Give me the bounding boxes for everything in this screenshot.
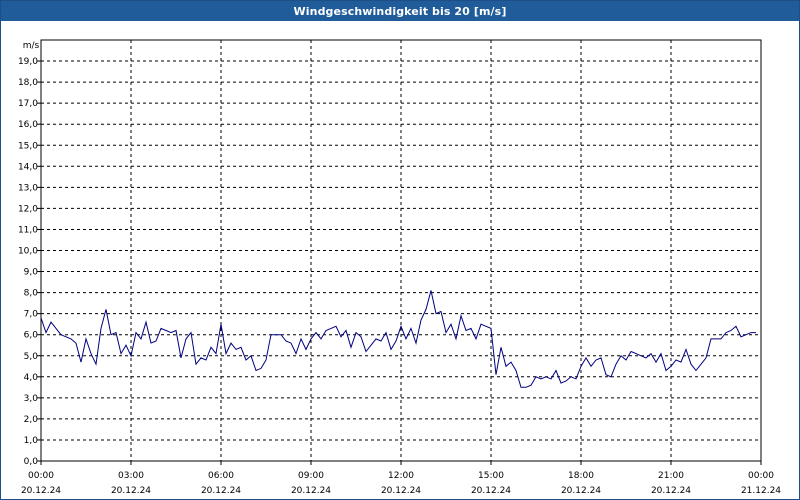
title-bar: Windgeschwindigkeit bis 20 [m/s] — [1, 1, 799, 21]
y-tick-label: 14,0 — [18, 162, 38, 172]
x-tick-date-label: 20.12.24 — [651, 486, 691, 496]
y-tick-label: 2,0 — [24, 415, 39, 425]
x-axis: 00:00 20.12.24 03:00 20.12.24 06:00 20.12.24 0… — [21, 461, 781, 496]
x-tick-time-label: 00:00 — [748, 471, 774, 481]
x-tick-date-label: 20.12.24 — [561, 486, 601, 496]
x-tick-date-label: 20.12.24 — [111, 486, 151, 496]
wind-speed-line — [40, 290, 756, 388]
x-tick-date-label: 20.12.24 — [471, 486, 511, 496]
chart-title: Windgeschwindigkeit bis 20 [m/s] — [293, 4, 507, 18]
line-chart: m/s 0,0 1,0 2,0 3,0 4,0 5,0 6,0 7,0 8,0 9,0 10,0 11… — [18, 39, 781, 496]
x-tick-date-label: 20.12.24 — [21, 486, 61, 496]
y-axis: m/s 0,0 1,0 2,0 3,0 4,0 5,0 6,0 7,0 8,0 9,0 10,0 11… — [18, 41, 41, 467]
y-tick-label: 0,0 — [24, 457, 39, 467]
y-tick-label: 15,0 — [18, 141, 38, 151]
y-tick-label: 7,0 — [24, 310, 39, 320]
y-tick-label: 4,0 — [24, 373, 39, 383]
y-tick-label: 10,0 — [18, 247, 38, 257]
y-tick-label: 16,0 — [18, 120, 38, 130]
x-tick-date-label: 20.12.24 — [201, 486, 241, 496]
x-tick-date-label: 20.12.24 — [291, 486, 331, 496]
grid-lines — [41, 40, 761, 461]
chart-window: Windgeschwindigkeit bis 20 [m/s] m/s 0,0… — [0, 0, 800, 500]
x-tick-time-label: 00:00 — [28, 471, 54, 481]
y-tick-label: 9,0 — [24, 268, 39, 278]
y-tick-label: 3,0 — [24, 394, 39, 404]
x-tick-time-label: 03:00 — [118, 471, 144, 481]
x-tick-time-label: 18:00 — [568, 471, 594, 481]
x-tick-time-label: 09:00 — [298, 471, 324, 481]
y-tick-label: 12,0 — [18, 204, 38, 214]
x-tick-time-label: 06:00 — [208, 471, 234, 481]
x-tick-date-label: 20.12.24 — [381, 486, 421, 496]
x-tick-time-label: 21:00 — [658, 471, 684, 481]
y-tick-label: 19,0 — [18, 57, 38, 67]
series-group — [40, 290, 756, 388]
y-tick-label: 8,0 — [24, 289, 39, 299]
y-tick-label: 17,0 — [18, 99, 38, 109]
x-tick-time-label: 15:00 — [478, 471, 504, 481]
y-axis-unit-label: m/s — [23, 41, 40, 51]
y-tick-label: 5,0 — [24, 352, 39, 362]
x-tick-date-label: 21.12.24 — [741, 486, 781, 496]
y-tick-label: 11,0 — [18, 225, 38, 235]
y-tick-label: 13,0 — [18, 183, 38, 193]
y-tick-label: 6,0 — [24, 331, 39, 341]
y-tick-label: 18,0 — [18, 78, 38, 88]
x-tick-time-label: 12:00 — [388, 471, 414, 481]
y-tick-label: 1,0 — [24, 436, 39, 446]
